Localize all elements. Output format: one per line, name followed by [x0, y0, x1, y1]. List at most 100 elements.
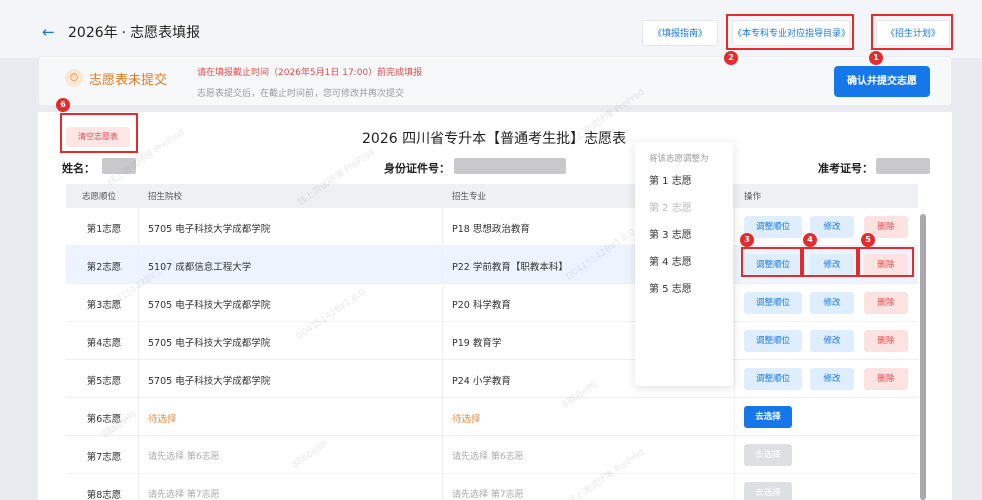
- column-divider: [138, 322, 139, 359]
- edit-button[interactable]: 修改: [810, 292, 854, 314]
- column-divider: [442, 284, 443, 321]
- exam-number-redacted: [876, 158, 930, 174]
- page-title: 2026年 · 志愿表填报: [68, 22, 200, 42]
- column-divider: [138, 398, 139, 435]
- column-divider: [138, 284, 139, 321]
- column-divider: [138, 208, 139, 245]
- row-order: 第1志愿: [86, 224, 122, 235]
- edit-button[interactable]: 修改: [810, 368, 854, 390]
- column-divider: [442, 208, 443, 245]
- name-label: 姓名：: [62, 162, 95, 175]
- scrollbar-thumb[interactable]: [920, 214, 926, 500]
- row-order: 第3志愿: [86, 300, 122, 311]
- annotation-box-4: [802, 247, 858, 277]
- table-row: 第5志愿 5705 电子科技大学成都学院 P24 小学教育 调整顺位 修改 删除: [66, 360, 918, 398]
- adjust-order-button[interactable]: 调整顺位: [744, 292, 802, 314]
- dropdown-option[interactable]: 第 3 志愿: [649, 226, 692, 241]
- back-arrow-icon[interactable]: ←: [42, 24, 58, 40]
- annotation-badge-5: 5: [861, 233, 875, 247]
- row-major: 请先选择 第7志愿: [452, 490, 524, 500]
- annotation-box-3: [741, 247, 802, 277]
- dropdown-option[interactable]: 第 5 志愿: [649, 280, 692, 295]
- row-school: 待选择: [148, 414, 177, 425]
- annotation-box-2: [726, 14, 854, 50]
- annotation-badge-4: 4: [803, 233, 817, 247]
- row-major: P24 小学教育: [452, 376, 511, 387]
- row-major: P18 思想政治教育: [452, 224, 530, 235]
- title-separator: ·: [121, 25, 127, 41]
- resubmit-hint: 志愿表提交后，在截止时间前，您可修改并再次提交: [197, 89, 405, 99]
- edit-button[interactable]: 修改: [810, 216, 854, 238]
- column-divider: [734, 246, 735, 283]
- row-major: P22 学前教育【职教本科】: [452, 262, 568, 273]
- row-school: 5107 成都信息工程大学: [148, 262, 252, 273]
- annotation-badge-2: 2: [724, 51, 738, 65]
- adjust-order-button[interactable]: 调整顺位: [744, 216, 802, 238]
- column-divider: [442, 474, 443, 500]
- row-school: 5705 电子科技大学成都学院: [148, 224, 271, 235]
- guide-link[interactable]: 《填报指南》: [642, 20, 718, 46]
- name-redacted: [102, 158, 136, 174]
- row-major: P19 教育学: [452, 338, 502, 349]
- notice-card: ⏱ 志愿表未提交 请在填报截止时间（2026年5月1日 17:00）前完成填报 …: [38, 56, 952, 106]
- reorder-dropdown: 将该志愿调整为 第 1 志愿第 2 志愿第 3 志愿第 4 志愿第 5 志愿: [635, 142, 733, 386]
- clock-icon: ⏱: [65, 69, 83, 87]
- form-title: 2026 四川省专升本【普通考生批】志愿表: [362, 131, 627, 147]
- table-row: 第4志愿 5705 电子科技大学成都学院 P19 教育学 调整顺位 修改 删除: [66, 322, 918, 360]
- row-school: 5705 电子科技大学成都学院: [148, 300, 271, 311]
- column-divider: [138, 436, 139, 473]
- column-divider: [442, 436, 443, 473]
- column-divider: [734, 360, 735, 397]
- th-order: 志愿顺位: [82, 192, 117, 202]
- annotation-box-1: [871, 14, 953, 50]
- row-school: 请先选择 第6志愿: [148, 452, 220, 462]
- choose-button[interactable]: 去选择: [744, 406, 792, 428]
- dropdown-option[interactable]: 第 4 志愿: [649, 253, 692, 268]
- annotation-box-5: [858, 247, 914, 277]
- delete-button[interactable]: 删除: [864, 368, 908, 390]
- column-divider: [138, 360, 139, 397]
- column-divider: [734, 284, 735, 321]
- column-divider: [442, 398, 443, 435]
- column-divider: [442, 322, 443, 359]
- column-divider: [734, 208, 735, 245]
- status-text: 志愿表未提交: [89, 73, 168, 88]
- submit-button[interactable]: 确认并提交志愿: [834, 66, 930, 97]
- row-order: 第7志愿: [86, 452, 122, 463]
- adjust-order-button[interactable]: 调整顺位: [744, 330, 802, 352]
- delete-button[interactable]: 删除: [864, 330, 908, 352]
- annotation-badge-1: 1: [869, 51, 883, 65]
- row-order: 第8志愿: [86, 490, 122, 500]
- row-order: 第6志愿: [86, 414, 122, 425]
- row-order: 第2志愿: [86, 262, 122, 273]
- dropdown-title: 将该志愿调整为: [649, 154, 709, 164]
- id-number-redacted: [454, 158, 566, 174]
- column-divider: [734, 474, 735, 500]
- column-divider: [138, 246, 139, 283]
- title-text: 志愿表填报: [130, 25, 201, 41]
- row-major: P20 科学教育: [452, 300, 511, 311]
- th-major: 招生专业: [452, 192, 487, 202]
- row-major: 待选择: [452, 414, 481, 425]
- choose-button-disabled: 去选择: [744, 444, 792, 466]
- exam-number-label: 准考证号：: [818, 162, 873, 175]
- row-order: 第5志愿: [86, 376, 122, 387]
- choose-button-disabled: 去选择: [744, 482, 792, 500]
- row-school: 5705 电子科技大学成都学院: [148, 338, 271, 349]
- table-row: 第7志愿 请先选择 第6志愿 请先选择 第6志愿 去选择: [66, 436, 918, 474]
- dropdown-option[interactable]: 第 1 志愿: [649, 172, 692, 187]
- column-divider: [734, 398, 735, 435]
- annotation-badge-3: 3: [740, 233, 754, 247]
- edit-button[interactable]: 修改: [810, 330, 854, 352]
- column-divider: [138, 474, 139, 500]
- table-row: 第8志愿 请先选择 第7志愿 请先选择 第7志愿 去选择: [66, 474, 918, 500]
- row-order: 第4志愿: [86, 338, 122, 349]
- delete-button[interactable]: 删除: [864, 292, 908, 314]
- th-actions: 操作: [744, 192, 762, 202]
- table-row: 第1志愿 5705 电子科技大学成都学院 P18 思想政治教育 调整顺位 修改 删除: [66, 208, 918, 246]
- row-school: 5705 电子科技大学成都学院: [148, 376, 271, 387]
- table-row: 第3志愿 5705 电子科技大学成都学院 P20 科学教育 调整顺位 修改 删除: [66, 284, 918, 322]
- adjust-order-button[interactable]: 调整顺位: [744, 368, 802, 390]
- column-divider: [734, 322, 735, 359]
- deadline-text: 请在填报截止时间（2026年5月1日 17:00）前完成填报: [197, 68, 423, 78]
